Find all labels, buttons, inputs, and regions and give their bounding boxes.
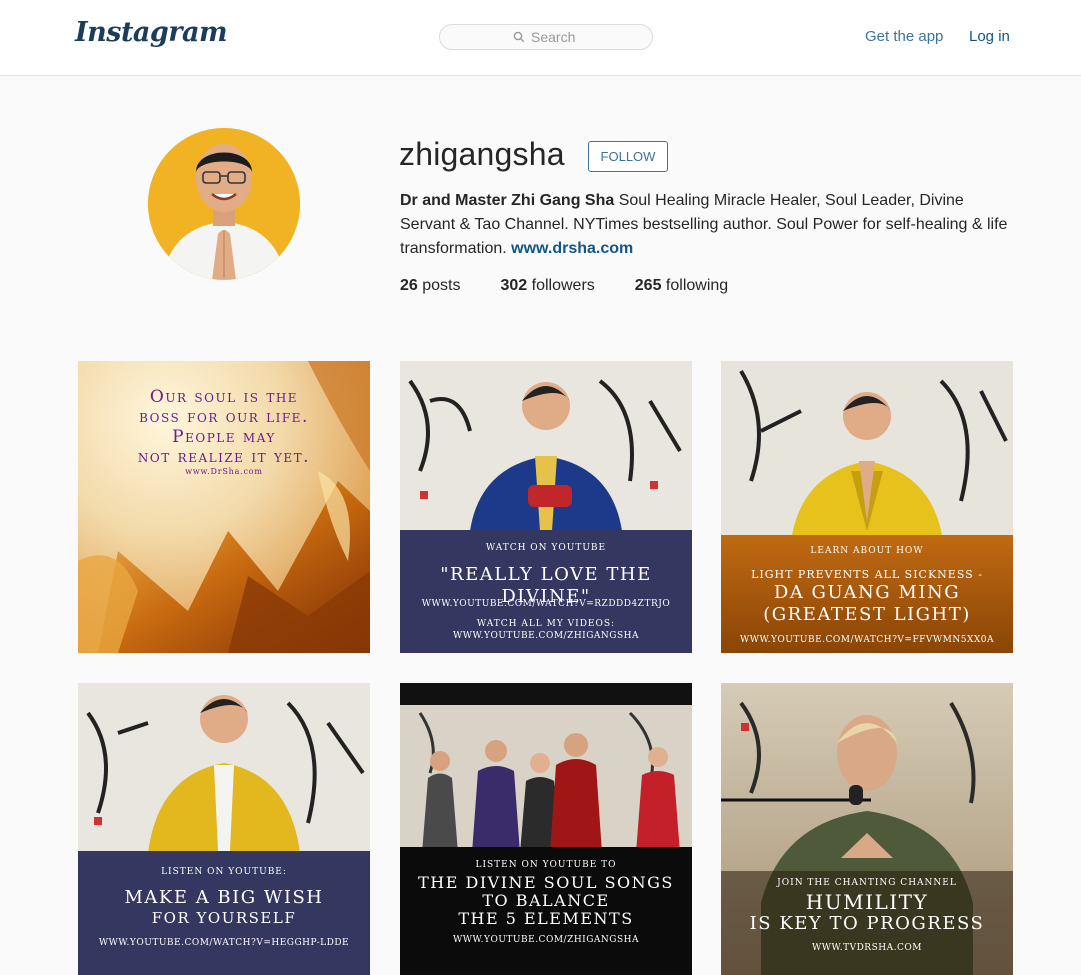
bio-website-link[interactable]: www.drsha.com xyxy=(511,240,633,257)
post-tile[interactable]: WATCH ON YOUTUBE "REALLY LOVE THE DIVINE… xyxy=(400,361,692,653)
post-caption-small: LISTEN ON YOUTUBE TO xyxy=(475,860,617,870)
log-in-link[interactable]: Log in xyxy=(969,28,1010,45)
post-caption-title: IS KEY TO PROGRESS xyxy=(749,913,985,934)
post-caption-title: MAKE A BIG WISH xyxy=(124,887,324,908)
search-icon xyxy=(513,31,525,43)
followers-count[interactable]: 302 followers xyxy=(500,277,594,295)
search-input[interactable] xyxy=(531,29,579,45)
post-url: WWW.TVDRSHA.COM xyxy=(812,943,922,953)
post-caption-title: THE 5 ELEMENTS xyxy=(458,909,634,928)
profile-stats: 26 posts 302 followers 265 following xyxy=(400,277,768,295)
post-caption-small: LEARN ABOUT HOW xyxy=(810,546,924,556)
post-image xyxy=(78,683,370,975)
post-url: WWW.YOUTUBE.COM/WATCH?V=HEGGHP-LDDE xyxy=(98,938,350,948)
post-caption-small: WATCH ALL MY VIDEOS: xyxy=(476,619,616,629)
following-count[interactable]: 265 following xyxy=(635,277,728,295)
post-caption-title: FOR YOURSELF xyxy=(151,909,297,927)
post-tile[interactable]: LISTEN ON YOUTUBE: MAKE A BIG WISH FOR Y… xyxy=(78,683,370,975)
post-caption-small: WATCH ON YOUTUBE xyxy=(485,543,607,553)
post-tile[interactable]: Our soul is the boss for our life. Peopl… xyxy=(78,361,370,653)
profile-bio: Dr and Master Zhi Gang Sha Soul Healing … xyxy=(400,189,1015,261)
bio-full-name: Dr and Master Zhi Gang Sha xyxy=(400,192,615,209)
get-the-app-link[interactable]: Get the app xyxy=(865,28,943,45)
post-tile[interactable]: LEARN ABOUT HOW LIGHT PREVENTS ALL SICKN… xyxy=(721,361,1013,653)
post-url: www.DrSha.com xyxy=(185,467,263,476)
post-image xyxy=(400,361,692,653)
post-caption-title: DA GUANG MING xyxy=(773,582,961,603)
post-caption-title: (GREATEST LIGHT) xyxy=(763,604,971,625)
post-url: WWW.YOUTUBE.COM/ZHIGANGSHA xyxy=(452,935,639,945)
post-caption: Our soul is the boss for our life. Peopl… xyxy=(137,387,311,467)
post-tile[interactable]: JOIN THE CHANTING CHANNEL HUMILITY IS KE… xyxy=(721,683,1013,975)
post-caption-subtitle: LIGHT PREVENTS ALL SICKNESS - xyxy=(751,568,983,581)
post-url: WWW.YOUTUBE.COM/WATCH?V=RZDDD4ZTRJO xyxy=(421,599,671,609)
post-url: WWW.YOUTUBE.COM/ZHIGANGSHA xyxy=(452,631,639,641)
posts-count: 26 posts xyxy=(400,277,461,294)
post-caption-title: HUMILITY xyxy=(805,890,929,914)
post-url: WWW.YOUTUBE.COM/WATCH?V=FFVWMN5XX0A xyxy=(739,635,995,645)
post-tile[interactable]: LISTEN ON YOUTUBE TO THE DIVINE SOUL SON… xyxy=(400,683,692,975)
profile-avatar xyxy=(148,128,300,280)
follow-button[interactable]: FOLLOW xyxy=(588,141,668,172)
post-caption-small: LISTEN ON YOUTUBE: xyxy=(161,867,287,877)
profile-username: zhigangsha xyxy=(399,136,565,172)
post-image xyxy=(400,683,692,975)
search-box[interactable] xyxy=(439,24,653,50)
instagram-logo[interactable]: Instagram xyxy=(75,17,228,48)
post-caption-small: JOIN THE CHANTING CHANNEL xyxy=(777,878,957,888)
top-navbar: Instagram Get the app Log in xyxy=(0,0,1081,76)
